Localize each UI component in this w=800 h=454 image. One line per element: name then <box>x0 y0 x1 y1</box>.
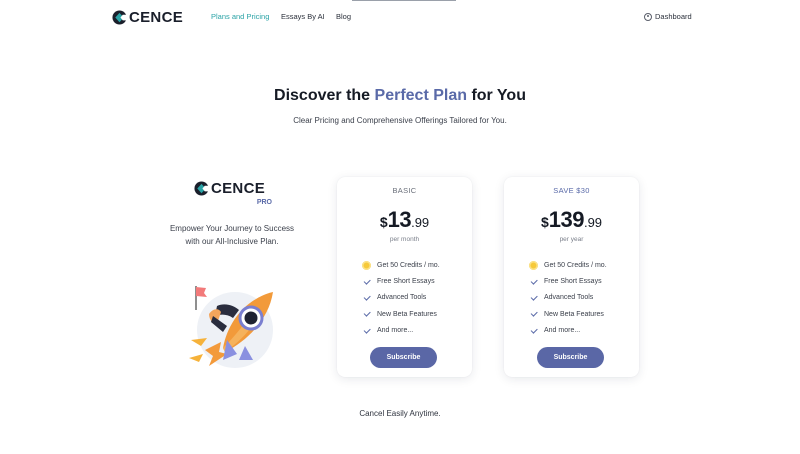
plan-price: $139.99 <box>504 207 639 233</box>
plan-period: per year <box>559 236 584 243</box>
check-icon <box>362 277 371 286</box>
nav-plans-and-pricing[interactable]: Plans and Pricing <box>211 12 269 21</box>
check-icon <box>529 309 538 319</box>
price-amount: 139 <box>548 207 585 232</box>
pro-brand-name: CENCE <box>211 180 266 197</box>
feature-item: Free Short Essays <box>362 273 440 289</box>
feature-item: And more... <box>362 322 440 338</box>
feature-text: Free Short Essays <box>544 277 602 285</box>
pro-logo: CENCE PRO <box>194 180 274 208</box>
top-nav: CENCE Plans and Pricing Essays By AI Blo… <box>0 0 800 34</box>
page-title: Discover the Perfect Plan for You <box>0 87 800 105</box>
plan-price: $13.99 <box>337 207 472 233</box>
feature-item: Advanced Tools <box>529 290 607 306</box>
title-accent: Perfect Plan <box>374 87 467 104</box>
plan-period: per month <box>389 236 420 243</box>
price-currency: $ <box>540 214 549 230</box>
rocket-illustration <box>189 286 273 368</box>
plan-label: SAVE $30 <box>553 186 590 195</box>
feature-item: Free Short Essays <box>529 273 607 289</box>
feature-text: Free Short Essays <box>377 277 435 285</box>
price-currency: $ <box>379 214 388 230</box>
dashboard-label: Dashboard <box>655 12 692 21</box>
user-icon <box>644 12 652 21</box>
feature-item: Get 50 Credits / mo. <box>529 257 607 273</box>
promo-line-1: Empower Your Journey to Success <box>169 224 295 233</box>
coin-icon <box>529 260 538 270</box>
feature-text: Get 50 Credits / mo. <box>544 261 607 269</box>
cence-logo-icon <box>194 181 209 196</box>
feature-list: Get 50 Credits / mo. Free Short Essays A… <box>362 257 440 338</box>
feature-text: Advanced Tools <box>544 294 594 302</box>
brand-name: CENCE <box>129 8 184 26</box>
feature-item: New Beta Features <box>362 306 440 322</box>
plan-label: BASIC <box>392 186 417 195</box>
pro-badge: PRO <box>256 199 272 206</box>
feature-item: Get 50 Credits / mo. <box>362 257 440 273</box>
check-icon <box>362 309 371 319</box>
page-subtitle: Clear Pricing and Comprehensive Offering… <box>293 116 507 125</box>
dashboard-link[interactable]: Dashboard <box>644 12 692 21</box>
coin-icon <box>362 260 371 270</box>
feature-item: And more... <box>529 322 607 338</box>
title-post: for You <box>467 87 526 104</box>
cancel-note: Cancel Easily Anytime. <box>359 409 441 418</box>
check-icon <box>529 326 538 335</box>
check-icon <box>529 293 538 302</box>
nav-essays-by-ai[interactable]: Essays By AI <box>281 12 325 21</box>
plan-card-basic: BASIC $13.99 per month Get 50 Credits / … <box>337 177 472 377</box>
feature-text: And more... <box>544 326 581 334</box>
check-icon <box>362 293 371 302</box>
check-icon <box>362 326 371 335</box>
feature-text: Advanced Tools <box>377 294 427 302</box>
feature-text: New Beta Features <box>377 310 437 318</box>
feature-list: Get 50 Credits / mo. Free Short Essays A… <box>529 257 607 338</box>
feature-item: New Beta Features <box>529 306 607 322</box>
price-amount: 13 <box>387 207 412 232</box>
price-cents: .99 <box>583 215 603 230</box>
promo-line-2: with our All-Inclusive Plan. <box>185 237 279 246</box>
cence-logo-icon <box>112 9 127 25</box>
feature-text: Get 50 Credits / mo. <box>377 261 440 269</box>
plan-card-yearly: SAVE $30 $139.99 per year Get 50 Credits… <box>504 177 639 377</box>
feature-text: And more... <box>377 326 414 334</box>
price-cents: .99 <box>411 215 430 230</box>
title-pre: Discover the <box>274 87 375 104</box>
check-icon <box>529 277 538 286</box>
feature-item: Advanced Tools <box>362 290 440 306</box>
brand-logo[interactable]: CENCE <box>112 8 183 26</box>
subscribe-button-basic[interactable]: Subscribe <box>370 347 437 368</box>
feature-text: New Beta Features <box>544 310 604 318</box>
subscribe-button-yearly[interactable]: Subscribe <box>537 347 604 368</box>
nav-blog[interactable]: Blog <box>336 12 351 21</box>
promo-text: Empower Your Journey to Success with our… <box>152 222 312 248</box>
